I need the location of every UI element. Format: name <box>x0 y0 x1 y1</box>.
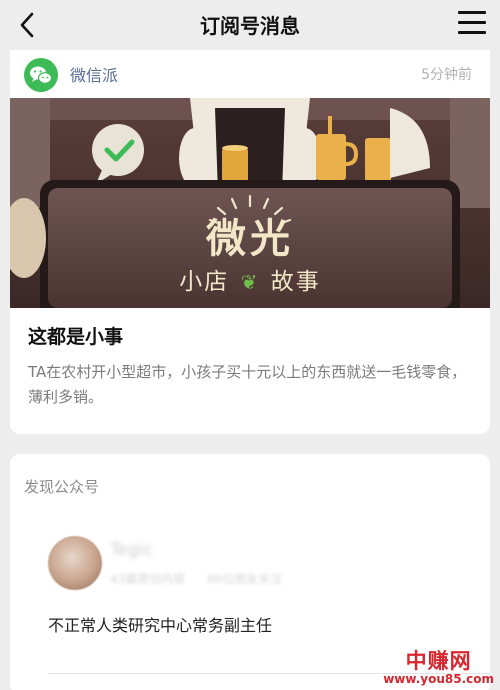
cover-subline-left: 小店 <box>179 269 230 295</box>
watermark-logo-text: 中赚网 <box>405 649 472 673</box>
wechat-logo-icon <box>24 58 58 92</box>
message-card[interactable]: 微信派 5分钟前 微光 小店 ❦ 故事 这都是小事 TA在农村开小型超市，小孩子… <box>10 50 490 434</box>
account-avatar[interactable] <box>48 536 102 590</box>
account-articles-count: 43篇原创内容 <box>110 572 186 586</box>
leaf-icon: ❦ <box>240 270 260 294</box>
discover-section-title: 发现公众号 <box>24 478 100 496</box>
message-time: 5分钟前 <box>421 67 472 83</box>
menu-icon[interactable] <box>458 11 486 37</box>
page-title: 订阅号消息 <box>200 14 300 38</box>
account-name[interactable]: Tegic <box>110 540 153 560</box>
account-stats: 43篇原创内容 66位朋友关注 <box>110 570 282 587</box>
article-title[interactable]: 这都是小事 <box>28 322 123 349</box>
account-bio: 不正常人类研究中心常务副主任 <box>48 616 273 635</box>
watermark-url: www.you85.com <box>383 672 494 686</box>
cover-subline-right: 故事 <box>270 269 321 295</box>
nav-bar: 订阅号消息 <box>0 0 500 50</box>
message-source-row: 微信派 5分钟前 <box>10 50 490 98</box>
source-account-name[interactable]: 微信派 <box>70 62 118 86</box>
article-description: TA在农村开小型超市，小孩子买十元以上的东西就送一毛钱零食，薄利多销。 <box>28 363 467 406</box>
account-friends-count: 66位朋友关注 <box>206 572 283 586</box>
cover-subline: 小店 ❦ 故事 <box>10 262 490 296</box>
cover-headline: 微光 <box>206 215 294 262</box>
article-cover-image[interactable]: 微光 小店 ❦ 故事 <box>10 98 490 308</box>
watermark: 中赚网 www.you85.com <box>383 650 494 686</box>
